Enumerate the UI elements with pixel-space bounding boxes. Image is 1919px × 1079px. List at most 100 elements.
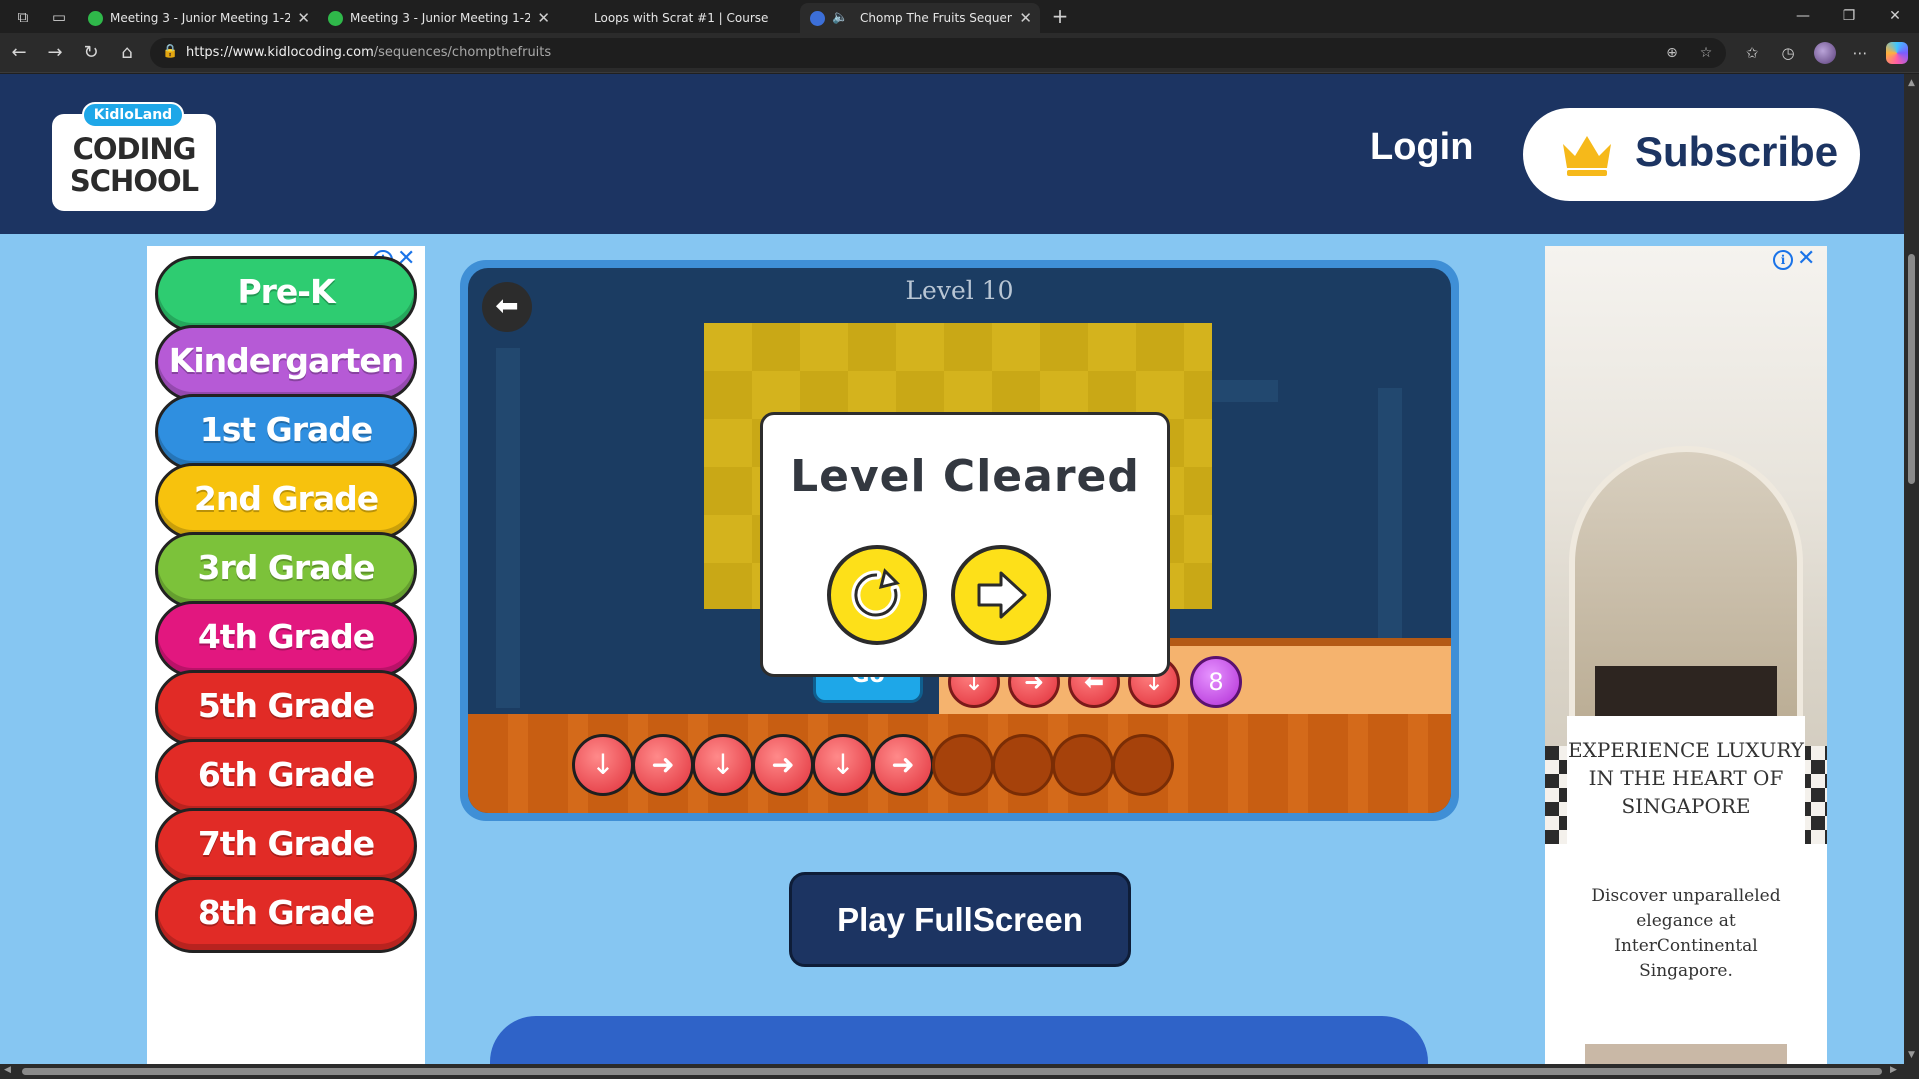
tab-favicon <box>328 11 343 26</box>
ad-footer-image <box>1585 1044 1787 1064</box>
ad-info-icon[interactable]: i <box>1773 250 1793 270</box>
scroll-down-icon[interactable]: ▼ <box>1906 1050 1917 1060</box>
program-slot-right[interactable]: ➜ <box>632 734 694 796</box>
reception-desk <box>1595 666 1777 716</box>
horizontal-scrollbar[interactable]: ◀ ▶ <box>0 1064 1919 1079</box>
grade-button-3rd[interactable]: 3rd Grade <box>155 532 417 608</box>
ad-close-icon[interactable]: ✕ <box>1797 246 1815 271</box>
logo-line-coding: CODING <box>72 132 197 166</box>
program-slot-down[interactable]: ↓ <box>572 734 634 796</box>
speaker-icon[interactable]: 🔈 <box>832 3 848 33</box>
scroll-left-icon[interactable]: ◀ <box>4 1065 11 1075</box>
program-slot-right[interactable]: ➜ <box>752 734 814 796</box>
next-level-button[interactable] <box>951 545 1051 645</box>
grade-button-5th[interactable]: 5th Grade <box>155 670 417 746</box>
login-link[interactable]: Login <box>1370 126 1473 169</box>
logo-badge: KidloLand <box>82 102 184 128</box>
grade-button-1st[interactable]: 1st Grade <box>155 394 417 470</box>
grade-button-kindergarten[interactable]: Kindergarten <box>155 325 417 401</box>
program-slot-right[interactable]: ➜ <box>872 734 934 796</box>
back-icon[interactable]: ← <box>6 41 32 65</box>
close-icon[interactable]: ✕ <box>537 3 550 33</box>
grade-button-8th[interactable]: 8th Grade <box>155 877 417 953</box>
favorites-icon[interactable]: ✩ <box>1740 41 1764 65</box>
empty-program-slot[interactable] <box>992 734 1054 796</box>
replay-icon <box>851 568 901 620</box>
subscribe-button[interactable]: Subscribe <box>1523 108 1860 201</box>
grade-button-6th[interactable]: 6th Grade <box>155 739 417 815</box>
refresh-icon[interactable]: ↻ <box>78 41 104 65</box>
close-window-icon[interactable]: ✕ <box>1872 0 1918 33</box>
next-arrow-icon <box>977 571 1027 619</box>
url-text: https://www.kidlocoding.com/sequences/ch… <box>186 38 551 68</box>
home-icon[interactable]: ⌂ <box>114 41 140 65</box>
ad-headline: EXPERIENCE LUXURY IN THE HEART OF SINGAP… <box>1568 738 1804 818</box>
level-label: Level 10 <box>905 276 1014 305</box>
tab-meeting-2[interactable]: Meeting 3 - Junior Meeting 1-24 | ✕ <box>318 3 558 33</box>
profile-avatar[interactable] <box>1814 42 1836 64</box>
tab-bar: ⧉ ▭ Meeting 3 - Junior Meeting 1-24 | ✕ … <box>0 0 1919 33</box>
copilot-icon[interactable] <box>1886 42 1908 64</box>
vertical-scrollbar[interactable]: ▲ ▼ <box>1904 74 1919 1064</box>
url-path: /sequences/chompthefruits <box>373 45 552 60</box>
replay-button[interactable] <box>827 545 927 645</box>
scroll-right-icon[interactable]: ▶ <box>1890 1065 1897 1075</box>
tab-title: Meeting 3 - Junior Meeting 1-24 | <box>110 11 290 25</box>
grade-button-2nd[interactable]: 2nd Grade <box>155 463 417 539</box>
scroll-up-icon[interactable]: ▲ <box>1906 78 1917 88</box>
scroll-thumb[interactable] <box>22 1068 1882 1075</box>
minimize-icon[interactable]: — <box>1780 0 1826 33</box>
tab-title: Chomp The Fruits Sequence <box>860 11 1012 25</box>
tab-loops-with-scrat[interactable]: Loops with Scrat #1 | Course A (2 <box>558 3 798 33</box>
restore-icon[interactable]: ❐ <box>1826 0 1872 33</box>
empty-program-slot[interactable] <box>1112 734 1174 796</box>
background-pipe <box>1378 388 1402 638</box>
palette-loop-block[interactable]: 8 <box>1190 656 1242 708</box>
tab-favicon <box>810 11 825 26</box>
tab-favicon <box>88 11 103 26</box>
more-menu-icon[interactable]: ⋯ <box>1848 41 1872 65</box>
subscribe-label: Subscribe <box>1635 128 1839 175</box>
grade-button-pre-k[interactable]: Pre-K <box>155 256 417 332</box>
favorite-star-icon[interactable]: ☆ <box>1696 43 1716 63</box>
url-host: https://www.kidlocoding.com <box>186 45 374 60</box>
grade-ad-banner[interactable]: i ✕ Pre-K Kindergarten 1st Grade 2nd Gra… <box>147 246 425 1064</box>
workspaces-icon[interactable]: ⧉ <box>12 6 34 28</box>
tab-title: Meeting 3 - Junior Meeting 1-24 | <box>350 11 530 25</box>
kidloland-logo[interactable]: KidloLand CODING SCHOOL <box>52 102 216 211</box>
close-icon[interactable]: ✕ <box>297 3 310 33</box>
site-header: KidloLand CODING SCHOOL Login Subscribe <box>0 74 1904 234</box>
crown-icon <box>1563 136 1611 176</box>
play-fullscreen-button[interactable]: Play FullScreen <box>789 872 1131 967</box>
scroll-thumb[interactable] <box>1908 254 1915 484</box>
game-canvas[interactable]: Level 10 ⬅ Go ↓ ➜ ⬅ ↓ 8 ↓➜↓➜↓➜ Level Cle… <box>468 268 1451 813</box>
level-cleared-dialog: Level Cleared <box>760 412 1170 677</box>
forward-icon[interactable]: → <box>42 41 68 65</box>
close-icon[interactable]: ✕ <box>1019 3 1032 33</box>
ad-text-panel: EXPERIENCE LUXURY IN THE HEART OF SINGAP… <box>1567 716 1805 1064</box>
lock-icon[interactable]: 🔒 <box>162 44 178 59</box>
program-slot-down[interactable]: ↓ <box>812 734 874 796</box>
logo-line-school: SCHOOL <box>69 164 199 198</box>
game-frame: Level 10 ⬅ Go ↓ ➜ ⬅ ↓ 8 ↓➜↓➜↓➜ Level Cle… <box>460 260 1459 821</box>
page-viewport: KidloLand CODING SCHOOL Login Subscribe … <box>0 74 1904 1064</box>
program-slot-down[interactable]: ↓ <box>692 734 754 796</box>
history-icon[interactable]: ◷ <box>1776 41 1800 65</box>
content-panel <box>490 1016 1428 1064</box>
tab-chomp-the-fruits[interactable]: 🔈 Chomp The Fruits Sequence ✕ <box>800 3 1040 33</box>
tab-meeting-1[interactable]: Meeting 3 - Junior Meeting 1-24 | ✕ <box>78 3 318 33</box>
tab-actions-icon[interactable]: ▭ <box>48 6 70 28</box>
new-tab-icon[interactable]: + <box>1048 4 1072 28</box>
address-bar: ← → ↻ ⌂ 🔒 https://www.kidlocoding.com/se… <box>0 33 1919 73</box>
url-field[interactable]: 🔒 https://www.kidlocoding.com/sequences/… <box>150 38 1726 68</box>
grade-button-7th[interactable]: 7th Grade <box>155 808 417 884</box>
dialog-title: Level Cleared <box>790 451 1140 502</box>
zoom-icon[interactable]: ⊕ <box>1662 43 1682 63</box>
back-arrow-button[interactable]: ⬅ <box>482 282 532 332</box>
background-pipe <box>496 348 520 708</box>
tab-title: Loops with Scrat #1 | Course A (2 <box>594 11 770 25</box>
empty-program-slot[interactable] <box>1052 734 1114 796</box>
hotel-ad-banner[interactable]: i ✕ EXPERIENCE LUXURY IN THE HEART OF SI… <box>1545 246 1827 1064</box>
grade-button-4th[interactable]: 4th Grade <box>155 601 417 677</box>
empty-program-slot[interactable] <box>932 734 994 796</box>
